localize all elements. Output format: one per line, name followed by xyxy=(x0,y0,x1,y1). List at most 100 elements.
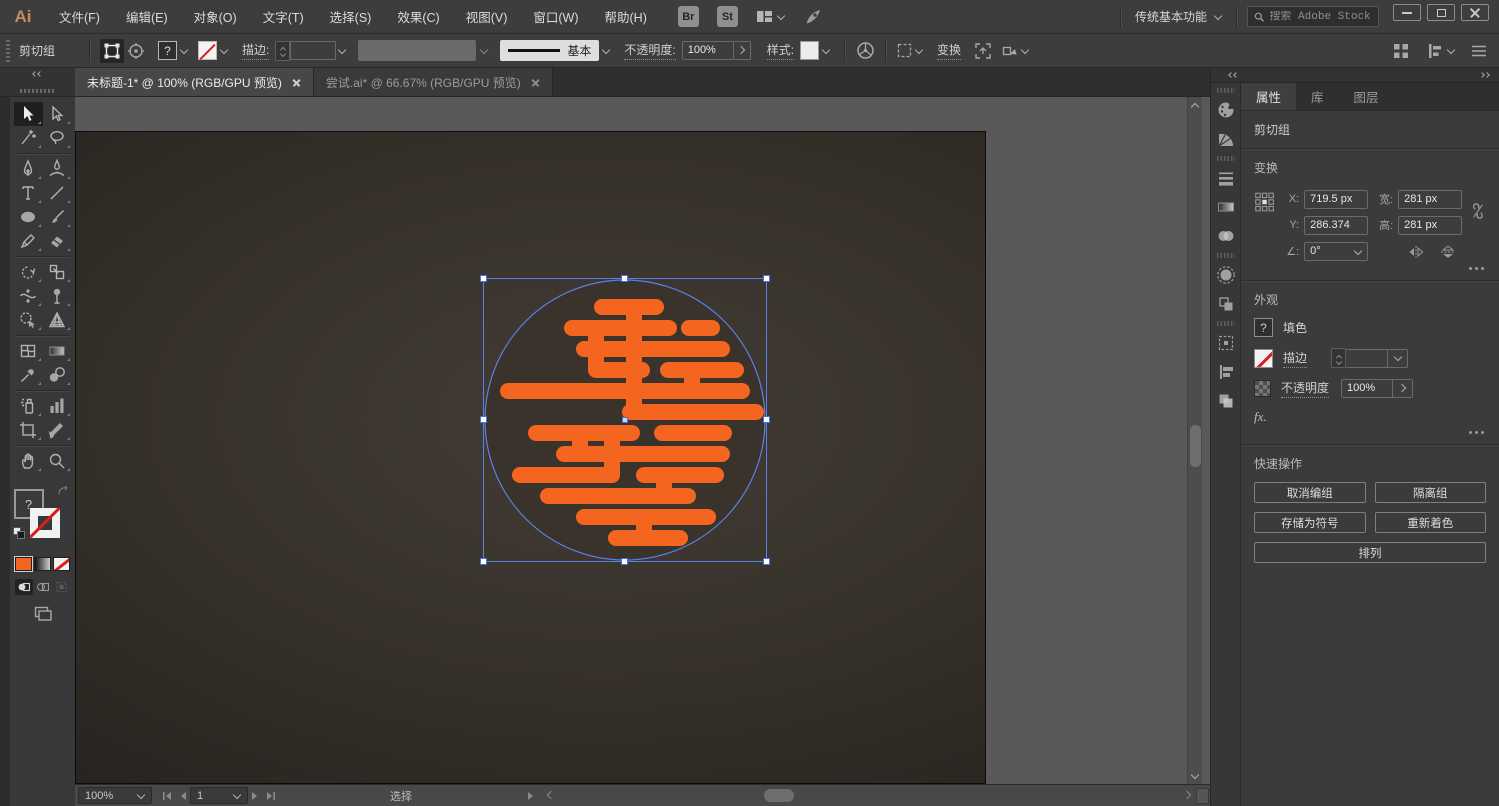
selection-handle[interactable] xyxy=(621,558,628,565)
flip-vertical-button[interactable] xyxy=(1440,244,1456,259)
effects-button[interactable]: fx. xyxy=(1254,409,1486,425)
stroke-label[interactable]: 描边 xyxy=(1283,349,1308,368)
document-tab-untitled[interactable]: 未标题-1* @ 100% (RGB/GPU 预览) xyxy=(75,68,314,96)
selection-tool-button[interactable] xyxy=(13,102,43,126)
symbols-panel-button[interactable] xyxy=(1212,260,1240,289)
selection-handle[interactable] xyxy=(763,416,770,423)
selection-handle[interactable] xyxy=(763,275,770,282)
scroll-down-icon[interactable] xyxy=(1191,772,1199,780)
panel-menu-icon[interactable] xyxy=(1471,44,1487,58)
reference-point-locator[interactable] xyxy=(1254,190,1275,214)
canvas[interactable] xyxy=(75,97,1210,784)
align-panel-button[interactable] xyxy=(1212,357,1240,386)
pen-tool-button[interactable] xyxy=(14,157,43,181)
tab-libraries[interactable]: 库 xyxy=(1296,83,1339,110)
selection-handle[interactable] xyxy=(480,416,487,423)
dock-grip[interactable] xyxy=(1216,88,1235,93)
fill-swatch[interactable]: ? xyxy=(158,41,177,60)
fill-label[interactable]: 填色 xyxy=(1283,319,1307,336)
last-artboard-button[interactable] xyxy=(265,791,276,801)
stock-search[interactable] xyxy=(1247,6,1379,27)
column-graph-tool-button[interactable] xyxy=(43,394,72,418)
stock-button[interactable]: St xyxy=(716,6,738,27)
align-panel-icon[interactable] xyxy=(1392,42,1410,60)
isolate-group-button[interactable]: 隔离组 xyxy=(1374,482,1486,503)
close-tab-icon[interactable] xyxy=(292,78,301,87)
opacity-value[interactable]: 100% xyxy=(681,41,734,60)
zoom-level-dropdown[interactable]: 100% xyxy=(78,787,152,804)
gradient-tool-button[interactable] xyxy=(43,339,72,363)
perspective-grid-tool-button[interactable] xyxy=(43,308,72,332)
previous-artboard-button[interactable] xyxy=(179,791,188,801)
draw-normal-button[interactable] xyxy=(14,579,33,595)
collapse-dock-button[interactable] xyxy=(1479,72,1490,78)
arrange-button[interactable]: 排列 xyxy=(1254,542,1486,563)
stroke-weight-value[interactable] xyxy=(1346,348,1389,368)
width-tool-button[interactable] xyxy=(14,284,43,308)
zoom-tool-button[interactable] xyxy=(43,449,72,473)
selection-bounding-box[interactable] xyxy=(480,275,770,565)
selection-handle[interactable] xyxy=(480,558,487,565)
close-button[interactable] xyxy=(1461,4,1489,21)
opacity-slider-button[interactable] xyxy=(1393,379,1414,398)
fill-swatch[interactable]: ? xyxy=(1254,318,1273,337)
gradient-button[interactable] xyxy=(34,557,51,571)
menu-object[interactable]: 对象(O) xyxy=(181,7,250,26)
menu-file[interactable]: 文件(F) xyxy=(46,7,113,26)
transform-more-options[interactable] xyxy=(1469,267,1484,270)
color-guide-panel-button[interactable] xyxy=(1212,124,1240,153)
lasso-tool-button[interactable] xyxy=(43,126,72,150)
arrange-documents-button[interactable] xyxy=(756,9,785,24)
opacity-slider-button[interactable] xyxy=(733,41,751,60)
opacity-value[interactable]: 100% xyxy=(1341,379,1394,398)
direct-selection-tool-button[interactable] xyxy=(43,102,72,126)
constrain-proportions-toggle[interactable] xyxy=(1470,200,1486,222)
menu-type[interactable]: 文字(T) xyxy=(250,7,317,26)
stroke-weight-dropdown[interactable] xyxy=(1388,348,1409,368)
menu-effect[interactable]: 效果(C) xyxy=(384,7,452,26)
save-as-symbol-button[interactable]: 存储为符号 xyxy=(1254,512,1366,533)
screen-mode-button[interactable] xyxy=(33,605,53,622)
anchor-options-control[interactable] xyxy=(1001,42,1029,60)
dock-grip[interactable] xyxy=(1216,321,1235,326)
stroke-none-swatch[interactable] xyxy=(1254,348,1273,368)
stroke-none-swatch[interactable] xyxy=(198,41,217,60)
workspace-switcher[interactable]: 传统基本功能 xyxy=(1121,8,1236,25)
select-similar-control[interactable] xyxy=(896,42,923,59)
stroke-weight-label[interactable]: 描边: xyxy=(242,41,270,60)
vertical-scrollbar-thumb[interactable] xyxy=(1190,425,1201,467)
graphic-style-swatch[interactable] xyxy=(800,41,820,60)
transform-link-label[interactable]: 变换 xyxy=(937,41,962,60)
dock-grip[interactable] xyxy=(1216,253,1235,258)
first-artboard-button[interactable] xyxy=(162,791,173,801)
horizontal-scrollbar[interactable] xyxy=(557,785,1184,806)
menu-edit[interactable]: 编辑(E) xyxy=(113,7,181,26)
flip-horizontal-button[interactable] xyxy=(1408,245,1424,259)
symbol-sprayer-tool-button[interactable] xyxy=(14,394,43,418)
opacity-label[interactable]: 不透明度 xyxy=(1281,379,1330,398)
swap-fill-stroke-icon[interactable] xyxy=(57,485,71,497)
menu-window[interactable]: 窗口(W) xyxy=(520,7,591,26)
scroll-up-icon[interactable] xyxy=(1191,101,1199,109)
recolor-button[interactable]: 重新着色 xyxy=(1374,512,1486,533)
scroll-right-icon[interactable] xyxy=(1184,792,1192,800)
eyedropper-tool-button[interactable] xyxy=(14,363,43,387)
none-button[interactable] xyxy=(53,557,70,571)
maximize-button[interactable] xyxy=(1427,4,1455,21)
graphic-styles-panel-button[interactable] xyxy=(1212,289,1240,318)
graphic-style-control[interactable] xyxy=(800,41,830,60)
stroke-weight-stepper[interactable] xyxy=(1331,348,1347,368)
opacity-label[interactable]: 不透明度: xyxy=(624,41,676,60)
tab-properties[interactable]: 属性 xyxy=(1241,83,1297,110)
width-field[interactable]: 281 px xyxy=(1398,189,1463,209)
stroke-weight-value[interactable] xyxy=(290,41,337,60)
distribute-control[interactable] xyxy=(1426,42,1455,60)
x-field[interactable]: 719.5 px xyxy=(1304,189,1369,209)
expand-dock-button[interactable] xyxy=(1228,72,1239,78)
height-field[interactable]: 281 px xyxy=(1398,215,1463,235)
shape-builder-tool-button[interactable] xyxy=(14,308,43,332)
default-fill-stroke-icon[interactable] xyxy=(12,527,25,539)
bridge-button[interactable]: Br xyxy=(677,6,699,27)
dock-grip[interactable] xyxy=(1216,156,1235,161)
draw-behind-button[interactable] xyxy=(34,579,52,595)
